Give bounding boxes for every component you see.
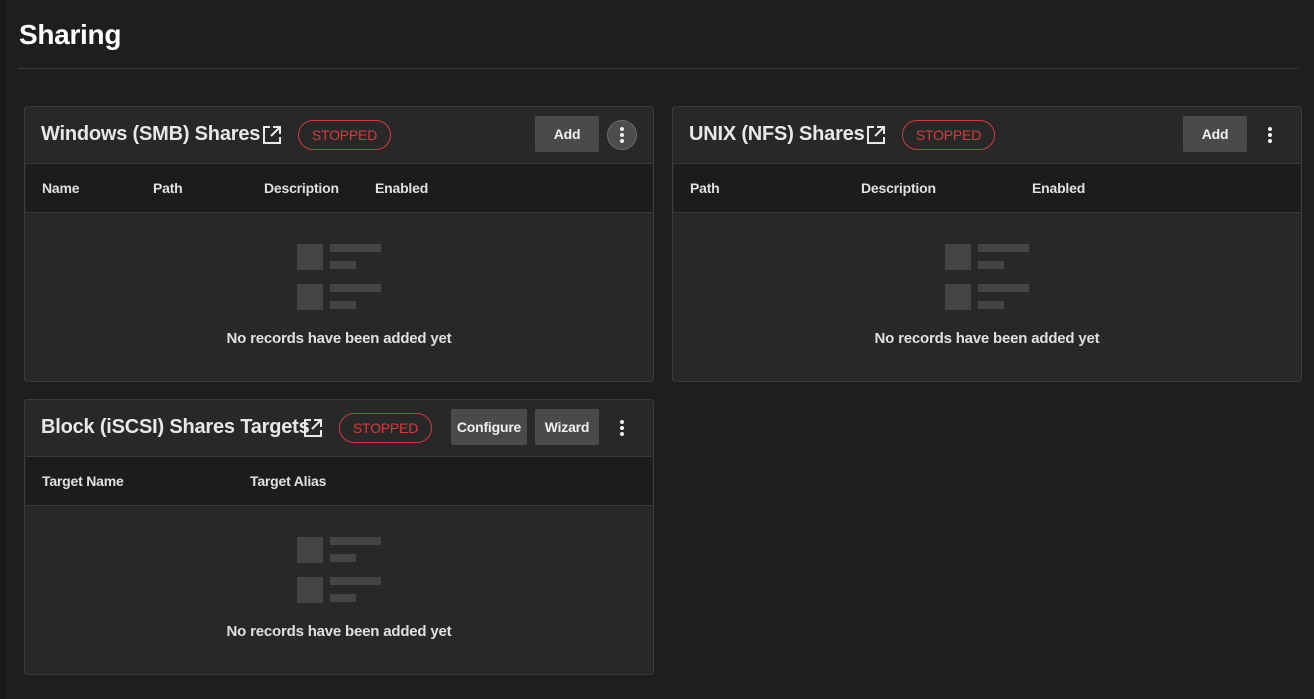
iscsi-configure-button[interactable]: Configure (451, 409, 527, 445)
nfs-card-title[interactable]: UNIX (NFS) Shares (689, 123, 865, 146)
iscsi-empty-message: No records have been added yet (226, 623, 452, 640)
column-header-target-name[interactable]: Target Name (42, 473, 124, 489)
iscsi-table-header: Target Name Target Alias (26, 456, 652, 506)
nfs-add-button[interactable]: Add (1183, 116, 1247, 152)
nfs-card-header: UNIX (NFS) Shares STOPPED Add (673, 107, 1301, 163)
page-title: Sharing (19, 19, 122, 50)
iscsi-wizard-button[interactable]: Wizard (535, 409, 599, 445)
nfs-shares-card: UNIX (NFS) Shares STOPPED Add Path Descr… (672, 106, 1302, 382)
iscsi-status-badge: STOPPED (339, 413, 432, 443)
column-header-enabled[interactable]: Enabled (1032, 180, 1085, 196)
no-records-icon (945, 244, 1029, 310)
column-header-description[interactable]: Description (861, 180, 936, 196)
column-header-target-alias[interactable]: Target Alias (250, 473, 326, 489)
no-records-icon (297, 537, 381, 603)
more-vertical-icon (1268, 127, 1272, 143)
smb-empty-message: No records have been added yet (226, 330, 452, 347)
nfs-status-badge: STOPPED (902, 120, 995, 150)
smb-card-header: Windows (SMB) Shares STOPPED Add (25, 107, 653, 163)
more-vertical-icon (620, 127, 624, 143)
column-header-enabled[interactable]: Enabled (375, 180, 428, 196)
iscsi-card-title[interactable]: Block (iSCSI) Shares Targets (41, 416, 310, 439)
column-header-path[interactable]: Path (690, 180, 720, 196)
column-header-description[interactable]: Description (264, 180, 339, 196)
nfs-table-header: Path Description Enabled (674, 163, 1300, 213)
page-header: Sharing (18, 0, 1299, 69)
smb-shares-card: Windows (SMB) Shares STOPPED Add Name Pa… (24, 106, 654, 382)
iscsi-more-menu-button[interactable] (607, 413, 637, 443)
column-header-name[interactable]: Name (42, 180, 80, 196)
open-in-new-icon[interactable] (303, 418, 323, 438)
no-records-icon (297, 244, 381, 310)
smb-status-badge: STOPPED (298, 120, 391, 150)
more-vertical-icon (620, 420, 624, 436)
smb-table-header: Name Path Description Enabled (26, 163, 652, 213)
open-in-new-icon[interactable] (866, 125, 886, 145)
sharing-page: Sharing Windows (SMB) Shares STOPPED Add… (0, 0, 1314, 699)
sidebar-edge (0, 0, 6, 699)
iscsi-card-header: Block (iSCSI) Shares Targets STOPPED Con… (25, 400, 653, 456)
column-header-path[interactable]: Path (153, 180, 183, 196)
smb-add-button[interactable]: Add (535, 116, 599, 152)
iscsi-targets-card: Block (iSCSI) Shares Targets STOPPED Con… (24, 399, 654, 675)
nfs-empty-message: No records have been added yet (874, 330, 1100, 347)
nfs-more-menu-button[interactable] (1255, 120, 1285, 150)
smb-more-menu-button[interactable] (607, 120, 637, 150)
open-in-new-icon[interactable] (262, 125, 282, 145)
smb-card-title[interactable]: Windows (SMB) Shares (41, 123, 260, 146)
